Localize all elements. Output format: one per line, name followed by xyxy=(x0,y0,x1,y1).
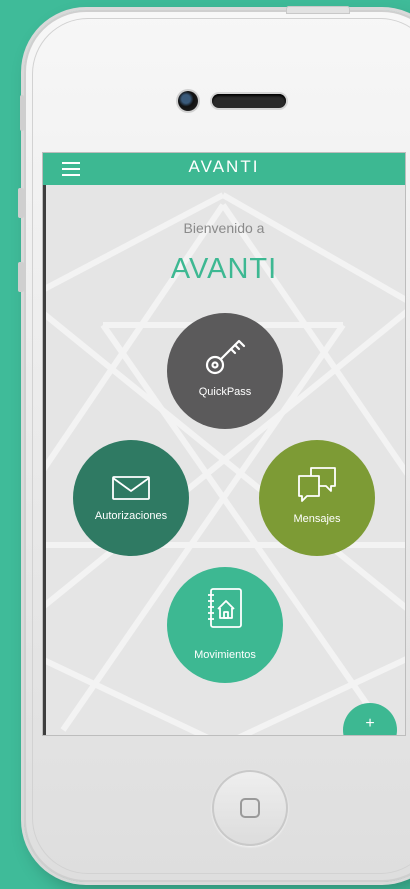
notebook-house-icon xyxy=(208,588,242,628)
front-camera-icon xyxy=(178,91,198,111)
chat-bubbles-icon xyxy=(298,467,336,502)
welcome-text: Bienvenido a xyxy=(183,220,265,236)
mensajes-label: Mensajes xyxy=(293,513,341,525)
movimientos-button[interactable]: Movimientos xyxy=(167,567,283,683)
brand-title: AVANTI xyxy=(188,157,260,176)
mute-switch xyxy=(20,95,24,131)
stage: AVANTI Bienvenido a AVANTI QuickPass Aut… xyxy=(0,0,410,889)
mensajes-button[interactable]: Mensajes xyxy=(259,440,375,556)
home-button[interactable] xyxy=(212,770,288,846)
home-square-icon xyxy=(240,798,260,818)
autorizaciones-button[interactable]: Autorizaciones xyxy=(73,440,189,556)
quickpass-button[interactable]: QuickPass xyxy=(167,313,283,429)
key-icon xyxy=(205,339,246,375)
earpiece-speaker xyxy=(212,94,286,108)
movimientos-label: Movimientos xyxy=(194,649,256,661)
app-screen: AVANTI Bienvenido a AVANTI QuickPass Aut… xyxy=(43,153,405,735)
autorizaciones-label: Autorizaciones xyxy=(94,510,168,522)
plus-icon: + xyxy=(365,715,375,732)
app-title: AVANTI xyxy=(170,253,278,285)
top-navigation-bar: AVANTI xyxy=(43,153,405,185)
volume-up-button xyxy=(18,188,24,218)
power-button xyxy=(286,6,350,14)
envelope-icon xyxy=(112,476,150,500)
quickpass-label: QuickPass xyxy=(198,386,252,398)
volume-down-button xyxy=(18,262,24,292)
